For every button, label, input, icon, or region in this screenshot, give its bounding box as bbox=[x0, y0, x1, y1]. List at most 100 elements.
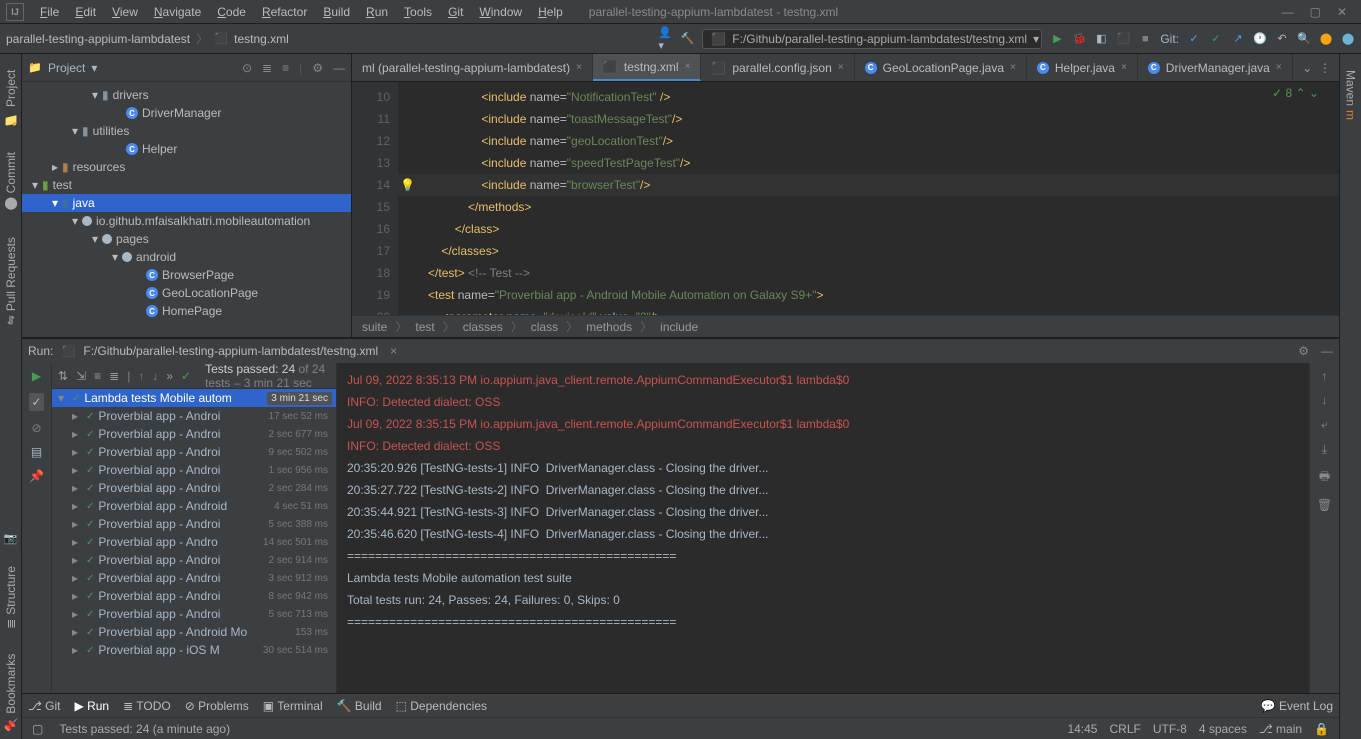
tree-item[interactable]: ▸▮resources bbox=[22, 158, 351, 176]
project-tree[interactable]: ▾▮driversCDriverManager▾▮utilitiesCHelpe… bbox=[22, 82, 351, 337]
test-row[interactable]: ▸✓Proverbial app - Android4 sec 51 ms bbox=[52, 497, 336, 515]
test-row[interactable]: ▸✓Proverbial app - Androi17 sec 52 ms bbox=[52, 407, 336, 425]
commit-tool-tab[interactable]: ⬤Commit bbox=[2, 146, 20, 217]
test-row[interactable]: ▸✓Proverbial app - Androi5 sec 388 ms bbox=[52, 515, 336, 533]
code-crumb[interactable]: methods bbox=[586, 320, 632, 334]
git-tool-tab[interactable]: ⎇ Git bbox=[28, 699, 61, 713]
tree-item[interactable]: ▾▮drivers bbox=[22, 86, 351, 104]
status-hide-icon[interactable]: ▢ bbox=[32, 722, 43, 736]
test-row[interactable]: ▸✓Proverbial app - Androi3 sec 912 ms bbox=[52, 569, 336, 587]
tab-dropdown-icon[interactable]: ⌄ bbox=[1302, 61, 1312, 75]
tree-item[interactable]: ▾▮utilities bbox=[22, 122, 351, 140]
test-row[interactable]: ▸✓Proverbial app - Androi8 sec 942 ms bbox=[52, 587, 336, 605]
tree-item[interactable]: ▾android bbox=[22, 248, 351, 266]
close-icon[interactable]: × bbox=[390, 344, 397, 358]
rollback-icon[interactable]: ↶ bbox=[1275, 32, 1289, 46]
minimize-icon[interactable]: — bbox=[1282, 5, 1294, 19]
prev-icon[interactable]: ↑ bbox=[138, 369, 144, 383]
expand-icon[interactable]: ≡ bbox=[94, 369, 101, 383]
menu-tools[interactable]: Tools bbox=[396, 1, 440, 23]
code-crumb[interactable]: class bbox=[531, 320, 558, 334]
test-row[interactable]: ▸✓Proverbial app - Andro14 sec 501 ms bbox=[52, 533, 336, 551]
next-icon[interactable]: ↓ bbox=[152, 369, 158, 383]
menu-window[interactable]: Window bbox=[471, 1, 530, 23]
menu-code[interactable]: Code bbox=[209, 1, 254, 23]
breadcrumb-root[interactable]: parallel-testing-appium-lambdatest bbox=[6, 32, 190, 46]
toggle-pass-icon[interactable]: ✓ bbox=[29, 393, 43, 411]
maven-tool-tab[interactable]: Mavenm bbox=[1342, 64, 1360, 126]
terminal-tool-tab[interactable]: ▣ Terminal bbox=[263, 699, 323, 713]
more-icon[interactable]: ⋮ bbox=[1319, 61, 1331, 75]
menu-edit[interactable]: Edit bbox=[67, 1, 104, 23]
structure-tool-tab[interactable]: ≣Structure bbox=[2, 560, 20, 635]
history-icon[interactable]: 🕐 bbox=[1253, 32, 1267, 46]
test-row[interactable]: ▸✓Proverbial app - Android Mo153 ms bbox=[52, 623, 336, 641]
bookmarks-tool-tab[interactable]: 📌Bookmarks bbox=[2, 648, 20, 739]
maximize-icon[interactable]: ▢ bbox=[1310, 5, 1321, 19]
tree-item[interactable]: ▾io.github.mfaisalkhatri.mobileautomatio… bbox=[22, 212, 351, 230]
test-list[interactable]: ▾✓Lambda tests Mobile autom3 min 21 sec▸… bbox=[52, 389, 336, 693]
menu-help[interactable]: Help bbox=[530, 1, 571, 23]
tree-item[interactable]: ▾pages bbox=[22, 230, 351, 248]
test-row[interactable]: ▸✓Proverbial app - iOS M30 sec 514 ms bbox=[52, 641, 336, 659]
code-crumb[interactable]: test bbox=[415, 320, 434, 334]
tree-item[interactable]: CHomePage bbox=[22, 302, 351, 320]
status-branch[interactable]: ⎇ main bbox=[1259, 722, 1302, 736]
code-inspection-status[interactable]: ✓ 8 ⌃ ⌄ bbox=[1272, 86, 1319, 100]
code-breadcrumb[interactable]: suite〉test〉classes〉class〉methods〉include bbox=[352, 315, 1339, 337]
test-row[interactable]: ▸✓Proverbial app - Androi1 sec 956 ms bbox=[52, 461, 336, 479]
debug-icon[interactable]: 🐞 bbox=[1072, 32, 1086, 46]
update-icon[interactable]: ✓ bbox=[1187, 32, 1201, 46]
run-icon[interactable]: ▶ bbox=[1050, 32, 1064, 46]
tree-item[interactable]: CHelper bbox=[22, 140, 351, 158]
hide-icon[interactable]: — bbox=[333, 61, 345, 75]
dependencies-tool-tab[interactable]: ⬚ Dependencies bbox=[396, 699, 487, 713]
filter-icon[interactable]: ⇲ bbox=[76, 369, 86, 383]
breadcrumb-file[interactable]: testng.xml bbox=[234, 32, 289, 46]
user-icon[interactable]: 👤▾ bbox=[658, 32, 672, 46]
menu-view[interactable]: View bbox=[104, 1, 146, 23]
code-content[interactable]: <include name="NotificationTest" /> <inc… bbox=[398, 82, 1339, 315]
event-log-tab[interactable]: 💬 Event Log bbox=[1261, 699, 1333, 713]
test-row[interactable]: ▸✓Proverbial app - Androi2 sec 914 ms bbox=[52, 551, 336, 569]
soft-wrap-icon[interactable]: ⤶ bbox=[1321, 417, 1328, 432]
collapse-icon[interactable]: ≣ bbox=[109, 369, 119, 383]
settings-icon[interactable]: ⚙ bbox=[312, 61, 323, 75]
menu-file[interactable]: File bbox=[32, 1, 67, 23]
pin-icon[interactable]: 📌 bbox=[29, 469, 44, 483]
console-output[interactable]: Jul 09, 2022 8:35:13 PM io.appium.java_c… bbox=[337, 363, 1309, 693]
scroll-end-icon[interactable]: ⤓ bbox=[1322, 442, 1327, 457]
tree-item[interactable]: CBrowserPage bbox=[22, 266, 351, 284]
down-icon[interactable]: ↓ bbox=[1322, 393, 1328, 407]
commit-icon[interactable]: ✓ bbox=[1209, 32, 1223, 46]
menu-refactor[interactable]: Refactor bbox=[254, 1, 315, 23]
project-tool-tab[interactable]: 📁Project bbox=[2, 64, 20, 132]
print-icon[interactable]: 🖶 bbox=[1319, 467, 1330, 488]
coverage-icon[interactable]: ◧ bbox=[1094, 32, 1108, 46]
collapse-all-icon[interactable]: ≡ bbox=[282, 61, 289, 75]
tree-item[interactable]: ▾▮java bbox=[22, 194, 351, 212]
test-row[interactable]: ▾✓Lambda tests Mobile autom3 min 21 sec bbox=[52, 389, 336, 407]
code-crumb[interactable]: suite bbox=[362, 320, 387, 334]
search-icon[interactable]: 🔍 bbox=[1297, 32, 1311, 46]
stop-icon[interactable]: ⊘ bbox=[31, 421, 41, 435]
problems-tool-tab[interactable]: ⊘ Problems bbox=[185, 699, 249, 713]
camera-icon[interactable]: 📷 bbox=[4, 532, 18, 546]
menu-build[interactable]: Build bbox=[315, 1, 358, 23]
rerun-icon[interactable]: ▶ bbox=[32, 369, 41, 383]
tree-item[interactable]: ▾▮test bbox=[22, 176, 351, 194]
hide-icon[interactable]: — bbox=[1321, 344, 1333, 358]
profile-icon[interactable]: ⬛ bbox=[1116, 32, 1130, 46]
stop-icon[interactable]: ■ bbox=[1138, 32, 1152, 46]
run-config-name[interactable]: F:/Github/parallel-testing-appium-lambda… bbox=[83, 344, 378, 358]
ide-settings-icon[interactable]: ⬤ bbox=[1319, 32, 1333, 46]
menu-navigate[interactable]: Navigate bbox=[146, 1, 209, 23]
status-encoding[interactable]: UTF-8 bbox=[1153, 722, 1187, 736]
expand-all-icon[interactable]: ≣ bbox=[262, 61, 272, 75]
editor-tab[interactable]: CGeoLocationPage.java× bbox=[855, 54, 1027, 81]
editor-tab[interactable]: CHelper.java× bbox=[1027, 54, 1138, 81]
settings-icon[interactable]: ⚙ bbox=[1298, 344, 1309, 358]
status-indent[interactable]: 4 spaces bbox=[1199, 722, 1247, 736]
push-icon[interactable]: ↗ bbox=[1231, 32, 1245, 46]
status-line-sep[interactable]: CRLF bbox=[1109, 722, 1140, 736]
